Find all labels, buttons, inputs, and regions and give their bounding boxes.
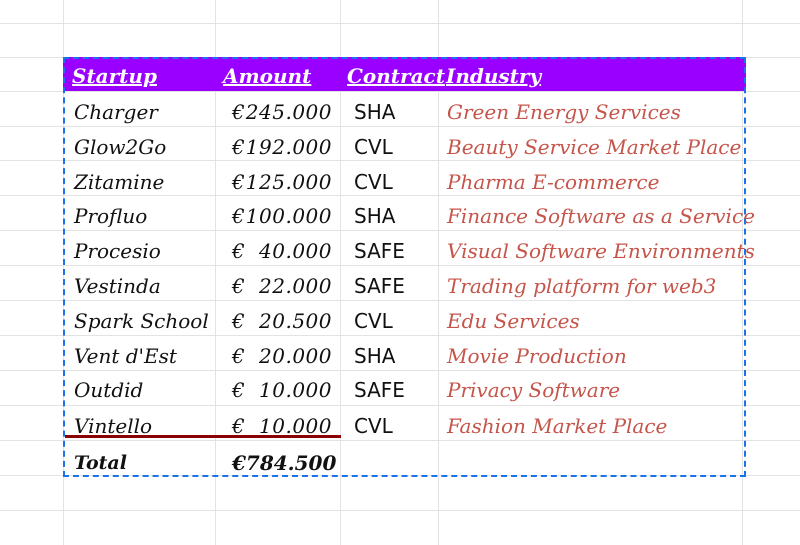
currency-symbol: € (232, 204, 246, 228)
industry-cell[interactable]: Visual Software Environments (447, 234, 755, 268)
amount-cell[interactable]: €20.000 (232, 339, 332, 373)
header-contract[interactable]: Contract (347, 59, 445, 93)
industry-cell[interactable]: Edu Services (447, 304, 580, 338)
contract-cell[interactable]: SAFE (354, 373, 405, 407)
startup-cell[interactable]: Spark School (74, 304, 209, 338)
industry-cell[interactable]: Finance Software as a Service (447, 199, 755, 233)
currency-symbol: € (232, 135, 246, 159)
industry-cell[interactable]: Green Energy Services (447, 95, 681, 129)
contract-cell[interactable]: SAFE (354, 269, 405, 303)
contract-cell[interactable]: CVL (354, 165, 393, 199)
amount-cell[interactable]: €192.000 (232, 130, 332, 164)
currency-symbol: € (232, 239, 246, 263)
amount-cell[interactable]: €100.000 (232, 199, 332, 233)
currency-symbol: € (232, 274, 246, 298)
contract-cell[interactable]: SHA (354, 339, 395, 373)
startup-cell[interactable]: Charger (74, 95, 158, 129)
startup-cell[interactable]: Outdid (74, 373, 143, 407)
contract-cell[interactable]: CVL (354, 130, 393, 164)
amount-cell[interactable]: €245.000 (232, 95, 332, 129)
amount-cell[interactable]: €22.000 (232, 269, 332, 303)
industry-cell[interactable]: Trading platform for web3 (447, 269, 716, 303)
contract-cell[interactable]: SAFE (354, 234, 405, 268)
amount-value: 22.000 (259, 274, 332, 298)
currency-symbol: € (232, 344, 246, 368)
industry-cell[interactable]: Privacy Software (447, 373, 620, 407)
contract-cell[interactable]: SHA (354, 95, 395, 129)
industry-cell[interactable]: Fashion Market Place (447, 409, 667, 443)
industry-cell[interactable]: Beauty Service Market Place (447, 130, 741, 164)
contract-cell[interactable]: SHA (354, 199, 395, 233)
total-label[interactable]: Total (74, 446, 127, 480)
total-value[interactable]: €784.500 (232, 446, 336, 480)
currency-symbol: € (232, 100, 246, 124)
contract-cell[interactable]: CVL (354, 304, 393, 338)
grid-row-line (0, 510, 800, 511)
startup-cell[interactable]: Glow2Go (74, 130, 166, 164)
startup-cell[interactable]: Vestinda (74, 269, 161, 303)
startup-cell[interactable]: Procesio (74, 234, 161, 268)
total-separator-line (65, 435, 341, 438)
header-industry[interactable]: Industry (446, 59, 541, 93)
amount-value: 125.000 (245, 170, 332, 194)
currency-symbol: € (232, 378, 246, 402)
amount-cell[interactable]: €10.000 (232, 373, 332, 407)
amount-cell[interactable]: €40.000 (232, 234, 332, 268)
header-startup[interactable]: Startup (72, 59, 157, 93)
industry-cell[interactable]: Pharma E-commerce (447, 165, 659, 199)
amount-value: 245.000 (245, 100, 332, 124)
amount-cell[interactable]: €20.500 (232, 304, 332, 338)
currency-symbol: € (232, 170, 246, 194)
amount-value: 10.000 (259, 378, 332, 402)
amount-value: 20.000 (259, 344, 332, 368)
amount-cell[interactable]: €125.000 (232, 165, 332, 199)
industry-cell[interactable]: Movie Production (447, 339, 627, 373)
grid-row-line (0, 23, 800, 24)
contract-cell[interactable]: CVL (354, 409, 393, 443)
currency-symbol: € (232, 309, 246, 333)
amount-value: 20.500 (259, 309, 332, 333)
amount-value: 40.000 (259, 239, 332, 263)
amount-value: 100.000 (245, 204, 332, 228)
startup-cell[interactable]: Zitamine (74, 165, 164, 199)
startup-cell[interactable]: Profluo (74, 199, 147, 233)
startup-cell[interactable]: Vent d'Est (74, 339, 177, 373)
amount-value: 192.000 (245, 135, 332, 159)
header-amount[interactable]: Amount (223, 59, 311, 93)
